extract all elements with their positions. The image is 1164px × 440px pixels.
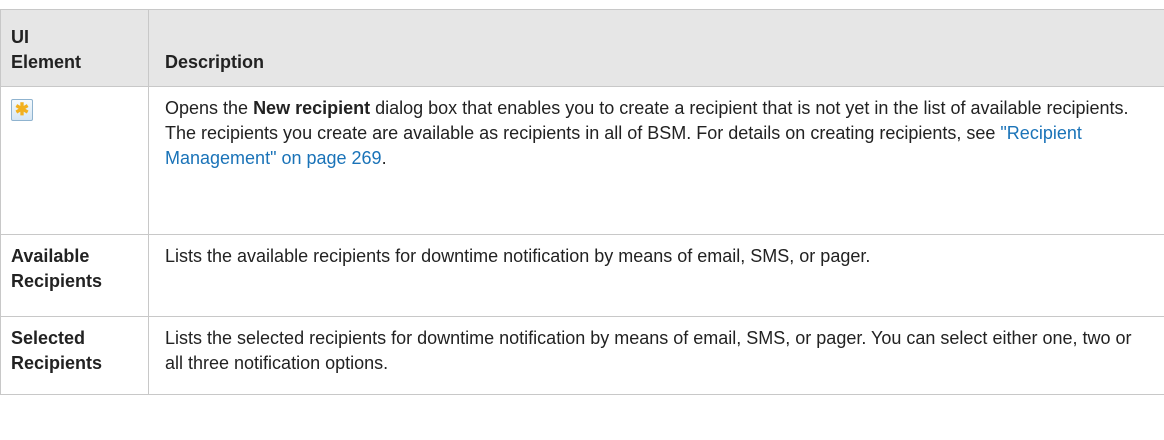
- table-row: Available Recipients Lists the available …: [0, 234, 1164, 317]
- header-ui-element: UI Element: [0, 9, 149, 87]
- description-text: .: [381, 148, 387, 168]
- element-name-line1: Selected: [11, 328, 86, 348]
- description-cell: Lists the available recipients for downt…: [148, 234, 1164, 317]
- ui-element-cell: Selected Recipients: [0, 316, 149, 395]
- new-recipient-icon: ✱: [11, 99, 33, 121]
- table-row: ✱ Opens the New recipient dialog box tha…: [0, 86, 1164, 235]
- header-description: Description: [148, 9, 1164, 87]
- description-cell: Lists the selected recipients for downti…: [148, 316, 1164, 395]
- element-name-line2: Recipients: [11, 271, 103, 291]
- element-name-line1: Available: [11, 246, 90, 266]
- table-header-row: UI Element Description: [0, 9, 1164, 87]
- description-cell: Opens the New recipient dialog box that …: [148, 86, 1164, 235]
- header-ui-element-line1: UI: [11, 27, 29, 47]
- ui-element-cell: ✱: [0, 86, 149, 235]
- ui-element-cell: Available Recipients: [0, 234, 149, 317]
- header-ui-element-line2: Element: [11, 52, 82, 72]
- element-name-line2: Recipients: [11, 353, 103, 373]
- table-row: Selected Recipients Lists the selected re…: [0, 316, 1164, 395]
- ui-elements-table: UI Element Description ✱ Opens the New re…: [0, 9, 1164, 395]
- dialog-name: New recipient: [253, 98, 371, 118]
- description-text: Opens the: [165, 98, 254, 118]
